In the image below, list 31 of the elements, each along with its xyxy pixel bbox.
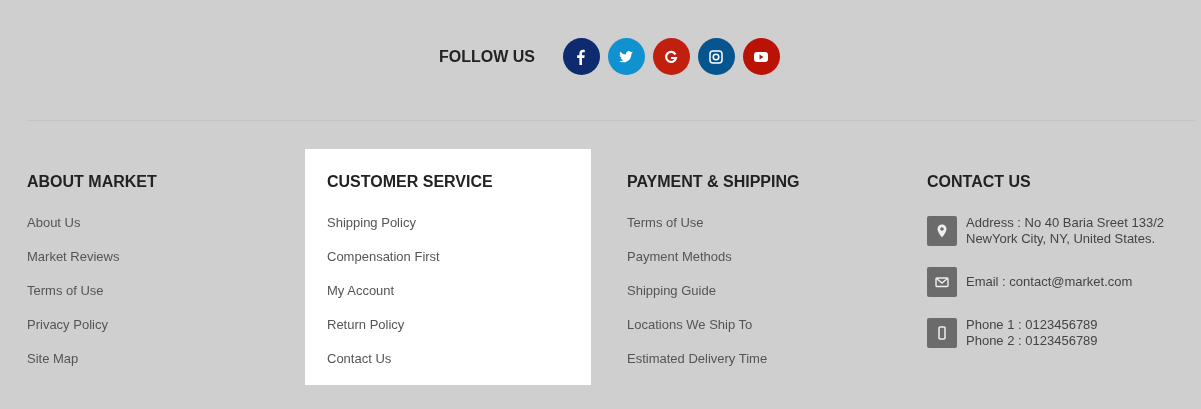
- envelope-icon: [927, 267, 957, 297]
- column-heading: PAYMENT & SHIPPING: [627, 173, 800, 191]
- footer-link[interactable]: Contact Us: [327, 351, 392, 367]
- footer-link[interactable]: Shipping Guide: [627, 283, 716, 299]
- youtube-icon[interactable]: [743, 38, 780, 75]
- footer-link[interactable]: My Account: [327, 283, 395, 299]
- map-pin-icon: [927, 216, 957, 246]
- footer-link[interactable]: About Us: [27, 215, 81, 231]
- google-icon[interactable]: [653, 38, 690, 75]
- footer-link[interactable]: Terms of Use: [27, 283, 104, 299]
- footer-link[interactable]: Estimated Delivery Time: [627, 351, 768, 367]
- footer-link[interactable]: Compensation First: [327, 249, 440, 265]
- contact-text: Address : No 40 Baria Sreet 133/2 NewYork City, NY, United States.: [966, 215, 1164, 247]
- footer-link[interactable]: Site Map: [27, 351, 79, 367]
- contact-text: Email : contact@market.com: [966, 274, 1133, 290]
- footer-link[interactable]: Shipping Policy: [327, 215, 416, 231]
- footer-link[interactable]: Locations We Ship To: [627, 317, 753, 333]
- facebook-icon[interactable]: [563, 38, 600, 75]
- footer-link[interactable]: Return Policy: [327, 317, 405, 333]
- twitter-icon[interactable]: [608, 38, 645, 75]
- instagram-icon[interactable]: [698, 38, 735, 75]
- footer-link[interactable]: Market Reviews: [27, 249, 120, 265]
- footer-link[interactable]: Privacy Policy: [27, 317, 108, 333]
- footer-link[interactable]: Terms of Use: [627, 215, 704, 231]
- column-heading: ABOUT MARKET: [27, 173, 157, 191]
- footer-link[interactable]: Payment Methods: [627, 249, 732, 265]
- column-heading: CONTACT US: [927, 173, 1031, 191]
- contact-text: Phone 1 : 0123456789 Phone 2 : 0123456789: [966, 317, 1098, 349]
- follow-us-heading: FOLLOW US: [439, 47, 535, 66]
- column-heading: CUSTOMER SERVICE: [327, 173, 493, 191]
- phone-icon: [927, 318, 957, 348]
